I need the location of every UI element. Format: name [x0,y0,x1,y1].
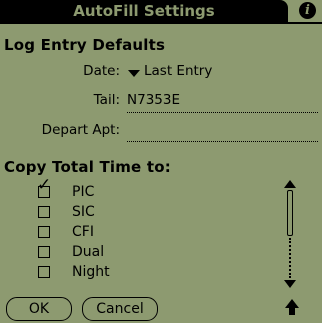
checkbox-label: SIC [72,204,95,220]
depart-apt-underline [127,141,318,142]
checkbox-label: Dual [72,244,105,260]
date-label: Date: [83,63,120,79]
tail-field-underline [127,112,318,113]
tail-field[interactable]: N7353E [127,92,180,108]
info-icon[interactable]: i [299,2,316,19]
date-dropdown[interactable]: Last Entry [144,63,212,79]
scrollbar[interactable] [284,180,296,288]
checkbox-label: Night [72,264,110,280]
scrollbar-thumb[interactable] [287,190,293,236]
date-dropdown-icon[interactable] [128,70,140,77]
scroll-down-arrow-icon[interactable] [284,280,296,288]
scroll-up-arrow-icon[interactable] [284,180,296,188]
scrollbar-track[interactable] [289,238,291,278]
ok-button[interactable]: OK [6,297,72,321]
checkbox-box[interactable] [38,246,50,258]
cancel-button[interactable]: Cancel [82,297,158,321]
checkbox-box[interactable] [38,266,50,278]
form-title: AutoFill Settings [0,0,288,22]
up-arrow-stem [289,307,295,315]
checkbox-label: CFI [72,224,94,240]
log-entry-heading: Log Entry Defaults [4,36,166,54]
copy-total-heading: Copy Total Time to: [4,158,171,176]
tail-label: Tail: [93,92,120,108]
checkbox-box[interactable] [38,206,50,218]
title-bar: AutoFill Settings i [0,0,322,24]
checkmark-icon: ✓ [37,175,52,195]
up-arrow-icon[interactable] [285,299,299,317]
checkbox-label: PIC [72,184,95,200]
depart-apt-label: Depart Apt: [41,122,120,138]
checkbox-box[interactable] [38,226,50,238]
